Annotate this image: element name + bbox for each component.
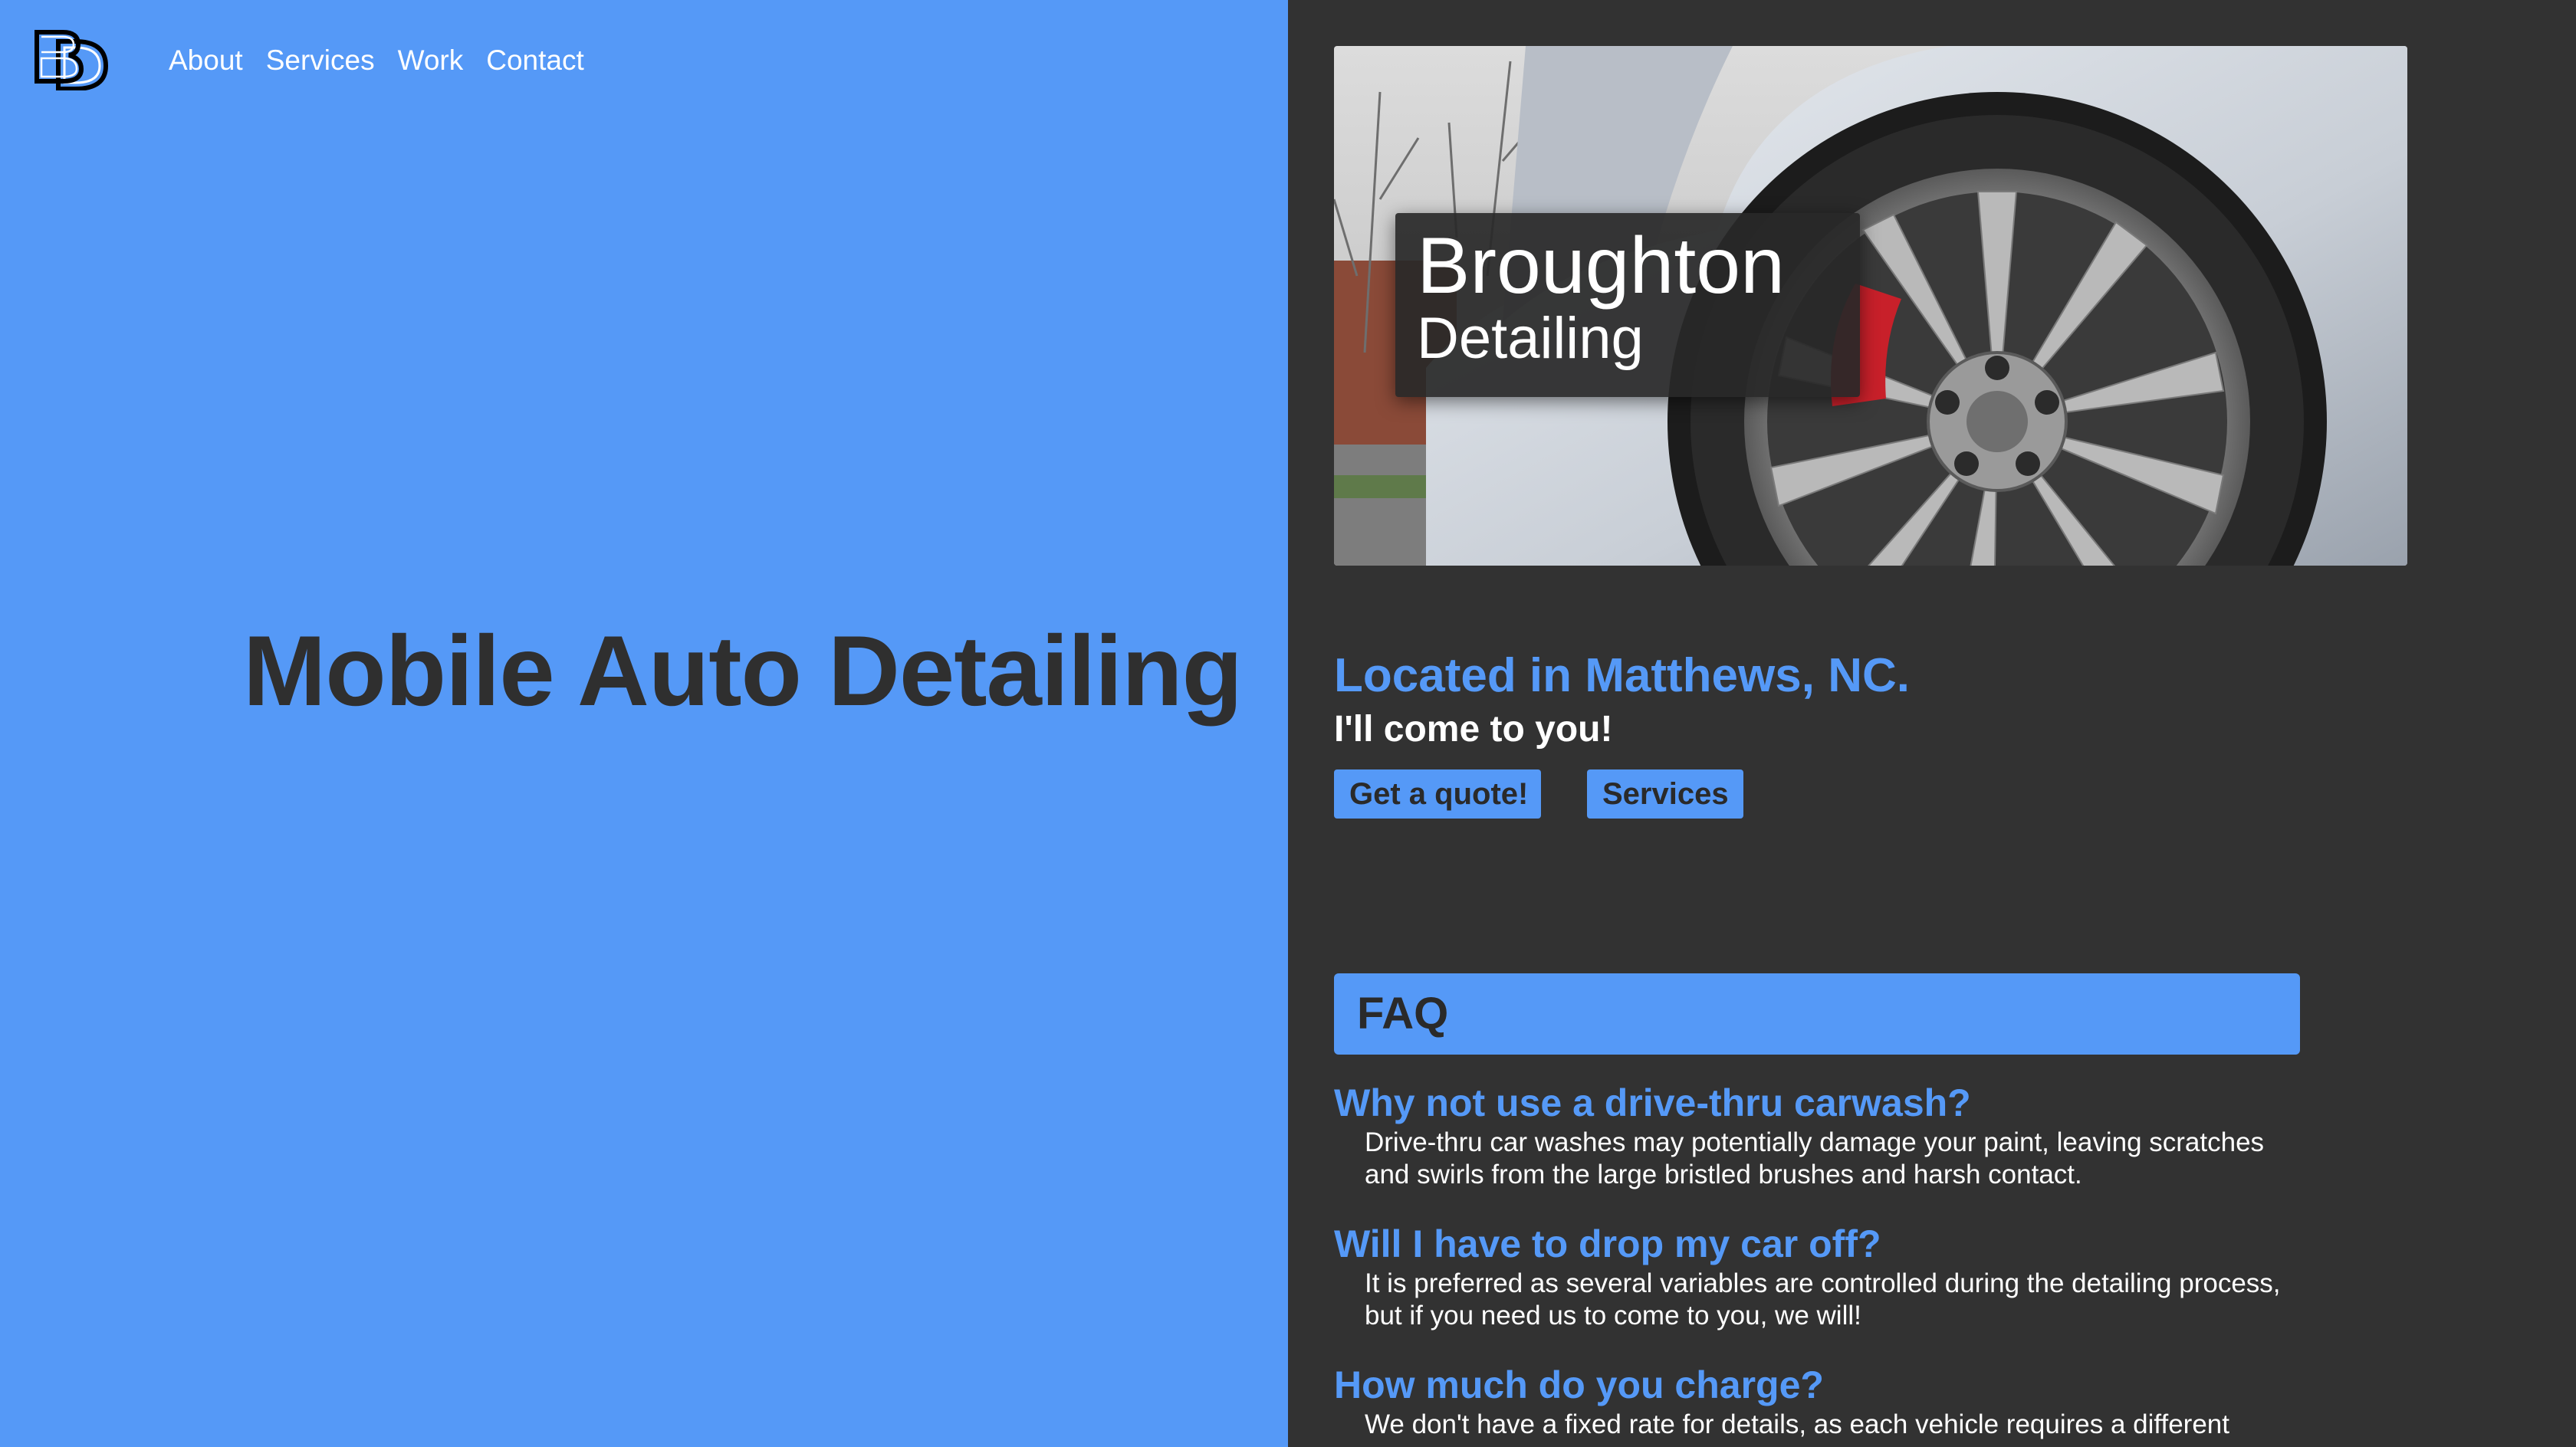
brand-name: Broughton: [1417, 221, 1785, 310]
nav-about[interactable]: About: [169, 41, 243, 80]
bd-logo-icon: [34, 30, 109, 91]
location-heading: Located in Matthews, NC.: [1334, 649, 1910, 702]
left-panel: About Services Work Contact Mobile Auto …: [0, 0, 1288, 1447]
faq-title: FAQ: [1357, 989, 1449, 1038]
faq-item: Will I have to drop my car off? It is pr…: [1334, 1220, 2315, 1332]
location-subheading: I'll come to you!: [1334, 709, 1613, 750]
logo[interactable]: [32, 28, 112, 91]
faq-answer: Drive-thru car washes may potentially da…: [1365, 1127, 2265, 1189]
hero-title: Mobile Auto Detailing: [243, 615, 1243, 727]
hero-car-image: Broughton Detailing: [1334, 46, 2407, 566]
faq-header: FAQ: [1334, 973, 2300, 1055]
get-quote-button[interactable]: Get a quote!: [1334, 769, 1541, 819]
brand-box: Broughton Detailing: [1395, 213, 1860, 397]
faq-answer: It is preferred as several variables are…: [1365, 1268, 2281, 1331]
right-panel: Broughton Detailing Located in Matthews,…: [1288, 0, 2576, 1447]
faq-question: How much do you charge?: [1334, 1363, 1824, 1406]
faq-question: Why not use a drive-thru carwash?: [1334, 1081, 1971, 1124]
main-nav: About Services Work Contact: [169, 41, 584, 80]
nav-work[interactable]: Work: [398, 41, 464, 80]
nav-services[interactable]: Services: [266, 41, 375, 80]
nav-contact[interactable]: Contact: [486, 41, 584, 80]
services-button[interactable]: Services: [1587, 769, 1743, 819]
faq-item: Why not use a drive-thru carwash? Drive-…: [1334, 1079, 2315, 1191]
faq-question: Will I have to drop my car off?: [1334, 1222, 1881, 1265]
faq-answer: We don't have a fixed rate for details, …: [1365, 1409, 2229, 1439]
faq-item: How much do you charge? We don't have a …: [1334, 1361, 2315, 1441]
brand-sub: Detailing: [1417, 306, 1644, 371]
